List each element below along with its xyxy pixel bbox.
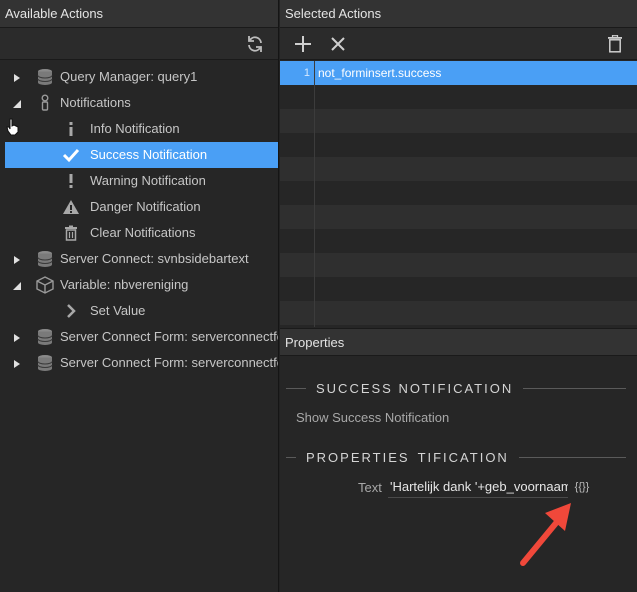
caret-right-icon[interactable] xyxy=(12,73,22,83)
empty-row xyxy=(280,301,637,325)
selected-actions-title: Selected Actions xyxy=(280,0,637,28)
divider xyxy=(518,456,626,458)
empty-row xyxy=(280,157,637,181)
empty-row xyxy=(280,85,637,109)
empty-row xyxy=(280,253,637,277)
tree-item-label: Danger Notification xyxy=(90,199,201,214)
caret-right-icon[interactable] xyxy=(12,255,22,265)
tree-item-label: Notifications xyxy=(60,95,131,110)
caret-right-icon[interactable] xyxy=(12,333,22,343)
tree-item-info-notification[interactable]: Info Notification xyxy=(0,116,278,142)
selected-actions-list: 1 not_forminsert.success xyxy=(280,61,637,325)
tree-item-label: Server Connect Form: serverconnectform xyxy=(60,355,278,370)
tree-item-server-connect[interactable]: Server Connect: svnbsidebartext xyxy=(0,246,278,272)
tree-item-notifications[interactable]: Notifications xyxy=(0,90,278,116)
exclamation-icon xyxy=(62,172,80,190)
tree-item-warning-notification[interactable]: Warning Notification xyxy=(0,168,278,194)
tree-item-server-connect-form-1[interactable]: Server Connect Form: serverconnectform xyxy=(0,324,278,350)
check-icon xyxy=(62,146,80,164)
tree-item-variable[interactable]: Variable: nbvereniging xyxy=(0,272,278,298)
section-properties: Properties tification xyxy=(286,449,626,465)
empty-row xyxy=(280,133,637,157)
selected-action-row[interactable]: 1 not_forminsert.success xyxy=(280,61,637,85)
tree-item-label: Server Connect: svnbsidebartext xyxy=(60,251,249,266)
plus-icon xyxy=(295,35,311,52)
add-action-button[interactable] xyxy=(288,28,318,59)
divider xyxy=(523,387,626,389)
empty-row xyxy=(280,109,637,133)
section-title-text: tification xyxy=(417,449,509,465)
section-success-notification: Success Notification xyxy=(286,380,626,396)
info-icon xyxy=(62,120,80,138)
text-field-label: Text xyxy=(358,480,382,495)
tree-item-label: Query Manager: query1 xyxy=(60,69,198,84)
tree-item-danger-notification[interactable]: Danger Notification xyxy=(0,194,278,220)
section-title-text: Properties xyxy=(306,449,410,465)
tree-item-query-manager[interactable]: Query Manager: query1 xyxy=(0,64,278,90)
section-title-text: Success Notification xyxy=(316,380,514,396)
refresh-icon xyxy=(248,35,262,52)
caret-right-icon[interactable] xyxy=(12,359,22,369)
empty-row xyxy=(280,229,637,253)
tree-item-server-connect-form-2[interactable]: Server Connect Form: serverconnectform xyxy=(0,350,278,376)
gutter-divider xyxy=(314,61,315,327)
divider xyxy=(286,387,306,389)
refresh-button[interactable] xyxy=(240,28,270,59)
caret-down-icon[interactable] xyxy=(12,99,22,109)
available-actions-toolbar xyxy=(0,28,278,60)
warning-triangle-icon xyxy=(62,198,80,216)
properties-title: Properties xyxy=(280,328,637,356)
trash-icon xyxy=(62,224,80,242)
hand-cursor-icon xyxy=(6,118,19,136)
trash-icon xyxy=(608,34,622,53)
available-actions-panel: Available Actions Query Manager: query1 xyxy=(0,0,279,592)
actions-tree: Query Manager: query1 Notifications Info… xyxy=(0,64,278,376)
tree-item-set-value[interactable]: Set Value xyxy=(0,298,278,324)
empty-row xyxy=(280,205,637,229)
divider xyxy=(286,456,296,458)
remove-action-button[interactable] xyxy=(323,28,353,59)
cube-icon xyxy=(36,276,54,294)
empty-row xyxy=(280,181,637,205)
line-number: 1 xyxy=(303,67,310,79)
action-description: Show Success Notification xyxy=(296,410,450,425)
tree-item-success-notification[interactable]: Success Notification xyxy=(5,142,278,168)
expression-icon: {{}} xyxy=(574,481,590,493)
database-icon xyxy=(36,354,54,372)
tree-item-label: Success Notification xyxy=(90,147,208,162)
annotation-arrow-icon xyxy=(520,503,571,566)
close-icon xyxy=(331,36,345,51)
notification-icon xyxy=(36,94,54,112)
tree-item-label: Set Value xyxy=(90,303,146,318)
tree-item-label: Clear Notifications xyxy=(90,225,196,240)
action-text: not_forminsert.success xyxy=(318,66,442,80)
expression-builder-button[interactable]: {{}} xyxy=(572,478,592,496)
database-icon xyxy=(36,250,54,268)
database-icon xyxy=(36,328,54,346)
database-icon xyxy=(36,68,54,86)
chevron-right-icon xyxy=(62,302,80,320)
caret-down-icon[interactable] xyxy=(12,281,22,291)
selected-actions-toolbar xyxy=(280,28,637,60)
tree-item-label: Warning Notification xyxy=(90,173,206,188)
tree-item-clear-notifications[interactable]: Clear Notifications xyxy=(0,220,278,246)
tree-item-label: Info Notification xyxy=(90,121,180,136)
available-actions-title: Available Actions xyxy=(0,0,278,28)
tree-item-label: Variable: nbvereniging xyxy=(60,277,189,292)
empty-row xyxy=(280,277,637,301)
delete-all-button[interactable] xyxy=(600,28,630,59)
tree-item-label: Server Connect Form: serverconnectform xyxy=(60,329,278,344)
